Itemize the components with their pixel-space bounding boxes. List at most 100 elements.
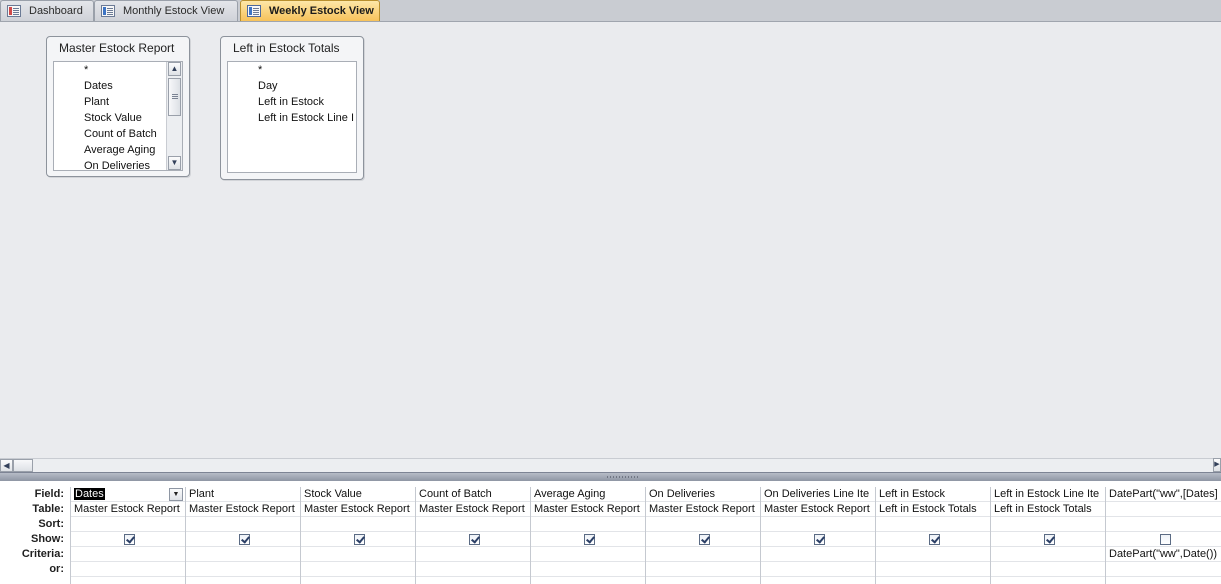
field-item[interactable]: On Deliveries (54, 158, 182, 170)
grid-field-cell[interactable]: Plant (186, 487, 300, 502)
grid-field-cell[interactable]: Stock Value (301, 487, 415, 502)
grid-criteria-cell[interactable] (531, 547, 645, 562)
field-item[interactable]: Stock Value (54, 110, 182, 126)
grid-sort-cell[interactable] (186, 517, 300, 532)
grid-show-cell[interactable] (646, 532, 760, 547)
field-item[interactable]: * (228, 62, 356, 78)
grid-field-cell[interactable]: Dates ▼ (71, 487, 185, 502)
grid-table-cell[interactable]: Master Estock Report (186, 502, 300, 517)
table-pane-horizontal-scrollbar[interactable]: ◀ (0, 458, 1221, 472)
grid-sort-cell[interactable] (531, 517, 645, 532)
field-item[interactable]: Left in Estock (228, 94, 356, 110)
grid-criteria-cell[interactable] (301, 547, 415, 562)
table-title[interactable]: Left in Estock Totals (221, 37, 363, 59)
grid-show-cell[interactable] (876, 532, 990, 547)
show-checkbox[interactable] (124, 533, 135, 545)
grid-or-cell[interactable] (991, 562, 1105, 577)
grid-or-cell[interactable] (646, 562, 760, 577)
grid-table-cell[interactable]: Master Estock Report (301, 502, 415, 517)
grid-table-cell[interactable] (1106, 502, 1221, 517)
grid-show-cell[interactable] (416, 532, 530, 547)
tab-dashboard[interactable]: Dashboard (0, 0, 94, 21)
show-checkbox[interactable] (469, 533, 480, 545)
pane-splitter[interactable] (0, 472, 1221, 481)
grid-show-cell[interactable] (991, 532, 1105, 547)
tab-weekly-estock-view[interactable]: Weekly Estock View (240, 0, 380, 21)
grid-show-cell[interactable] (301, 532, 415, 547)
grid-table-cell[interactable]: Master Estock Report (531, 502, 645, 517)
show-checkbox[interactable] (1159, 533, 1171, 545)
grid-or-cell[interactable] (876, 562, 990, 577)
grid-field-cell[interactable]: Left in Estock Line Ite (991, 487, 1105, 502)
grid-criteria-cell[interactable] (991, 547, 1105, 562)
field-item[interactable]: Day (228, 78, 356, 94)
grid-sort-cell[interactable] (646, 517, 760, 532)
grid-table-cell[interactable]: Master Estock Report (416, 502, 530, 517)
grid-or-cell[interactable] (71, 562, 185, 577)
grid-table-cell[interactable]: Master Estock Report (71, 502, 185, 517)
show-checkbox[interactable] (584, 533, 595, 545)
grid-criteria-cell[interactable] (876, 547, 990, 562)
row-label-criteria: Criteria: (21, 548, 64, 560)
table-box-left-in-estock-totals[interactable]: Left in Estock Totals * Day Left in Esto… (220, 36, 364, 180)
scroll-up-icon[interactable]: ▲ (168, 62, 181, 76)
scroll-thumb[interactable] (13, 459, 33, 472)
grid-criteria-cell[interactable] (71, 547, 185, 562)
scroll-right-icon[interactable]: ▶ (1213, 458, 1221, 472)
splitter-grip-icon[interactable] (606, 476, 640, 478)
field-item[interactable]: * (54, 62, 182, 78)
grid-show-cell[interactable] (1106, 532, 1221, 547)
show-checkbox[interactable] (929, 533, 940, 545)
grid-or-cell[interactable] (761, 562, 875, 577)
grid-show-cell[interactable] (71, 532, 185, 547)
show-checkbox[interactable] (699, 533, 710, 545)
grid-field-cell[interactable]: Average Aging (531, 487, 645, 502)
grid-show-cell[interactable] (761, 532, 875, 547)
grid-table-cell[interactable]: Left in Estock Totals (991, 502, 1105, 517)
grid-field-cell[interactable]: Count of Batch (416, 487, 530, 502)
grid-show-cell[interactable] (531, 532, 645, 547)
grid-table-cell[interactable]: Master Estock Report (646, 502, 760, 517)
grid-field-cell[interactable]: On Deliveries (646, 487, 760, 502)
scroll-thumb[interactable] (168, 78, 181, 116)
show-checkbox[interactable] (354, 533, 365, 545)
grid-show-cell[interactable] (186, 532, 300, 547)
grid-field-cell[interactable]: On Deliveries Line Ite (761, 487, 875, 502)
show-checkbox[interactable] (1044, 533, 1055, 545)
scroll-down-icon[interactable]: ▼ (168, 156, 181, 170)
grid-sort-cell[interactable] (416, 517, 530, 532)
table-title[interactable]: Master Estock Report (47, 37, 189, 59)
grid-criteria-cell[interactable] (186, 547, 300, 562)
grid-sort-cell[interactable] (761, 517, 875, 532)
grid-or-cell[interactable] (416, 562, 530, 577)
grid-sort-cell[interactable] (991, 517, 1105, 532)
grid-criteria-cell[interactable] (761, 547, 875, 562)
grid-sort-cell[interactable] (876, 517, 990, 532)
grid-sort-cell[interactable] (1106, 517, 1221, 532)
field-item[interactable]: Count of Batch (54, 126, 182, 142)
grid-criteria-cell[interactable] (416, 547, 530, 562)
grid-or-cell[interactable] (1106, 562, 1221, 577)
grid-sort-cell[interactable] (71, 517, 185, 532)
grid-criteria-cell[interactable]: DatePart("ww",Date()) (1106, 547, 1221, 562)
tab-monthly-estock-view[interactable]: Monthly Estock View (94, 0, 238, 21)
grid-or-cell[interactable] (531, 562, 645, 577)
grid-or-cell[interactable] (301, 562, 415, 577)
field-item[interactable]: Dates (54, 78, 182, 94)
grid-field-cell[interactable]: Left in Estock (876, 487, 990, 502)
scroll-left-icon[interactable]: ◀ (0, 459, 13, 472)
grid-table-cell[interactable]: Master Estock Report (761, 502, 875, 517)
chevron-down-icon[interactable]: ▼ (169, 488, 183, 501)
field-list-scrollbar[interactable]: ▲ ▼ (166, 62, 182, 170)
grid-sort-cell[interactable] (301, 517, 415, 532)
field-item[interactable]: Plant (54, 94, 182, 110)
show-checkbox[interactable] (239, 533, 250, 545)
grid-or-cell[interactable] (186, 562, 300, 577)
grid-table-cell[interactable]: Left in Estock Totals (876, 502, 990, 517)
table-box-master-estock-report[interactable]: Master Estock Report * Dates Plant Stock… (46, 36, 190, 177)
field-item[interactable]: Left in Estock Line I (228, 110, 356, 126)
grid-field-cell[interactable]: DatePart("ww",[Dates] (1106, 487, 1221, 502)
grid-criteria-cell[interactable] (646, 547, 760, 562)
show-checkbox[interactable] (814, 533, 825, 545)
field-item[interactable]: Average Aging (54, 142, 182, 158)
